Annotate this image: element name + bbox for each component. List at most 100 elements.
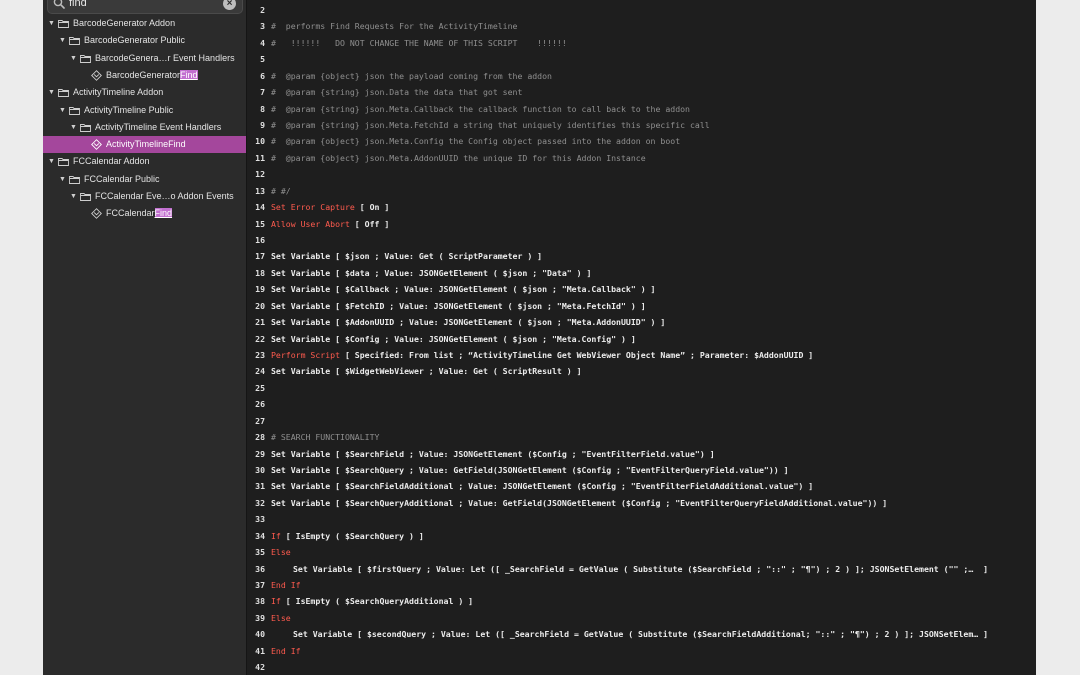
line-number: 39 <box>255 612 265 623</box>
step-text: Set Variable [ $firstQuery ; Value: Let … <box>293 563 989 574</box>
script-step-line[interactable]: 39 Else <box>247 610 1036 626</box>
script-step-line[interactable]: 18 Set Variable [ $data ; Value: JSONGetE… <box>247 265 1036 281</box>
script-step-text: End If <box>271 643 301 659</box>
script-step-line[interactable]: 24 Set Variable [ $WidgetWebViewer ; Valu… <box>247 363 1036 379</box>
comment-text: # @param {string} json.Meta.FetchId a st… <box>271 120 710 130</box>
folder-item[interactable]: ▼ FCCalendar Addon <box>43 153 246 170</box>
folder-icon <box>80 123 91 132</box>
comment-text: # @param {object} json the payload comin… <box>271 70 552 81</box>
step-text: [ Specified: From list ; “ActivityTimeli… <box>340 350 814 361</box>
script-step-line[interactable]: 19 Set Variable [ $Callback ; Value: JSON… <box>247 281 1036 297</box>
line-number: 4 <box>260 37 265 48</box>
script-step-line[interactable]: 17 Set Variable [ $json ; Value: Get ( Sc… <box>247 248 1036 264</box>
disclosure-triangle-icon[interactable]: ▼ <box>59 32 66 49</box>
tree-item-label: FCCalendar Addon <box>73 156 150 167</box>
step-text: [ On ] <box>354 202 390 213</box>
script-step-line[interactable]: 42 <box>247 659 1036 675</box>
script-step-line[interactable]: 22 Set Variable [ $Config ; Value: JSONGe… <box>247 331 1036 347</box>
search-input[interactable] <box>69 0 209 11</box>
control-step-keyword: Set Error Capture <box>271 202 355 213</box>
disclosure-triangle-icon[interactable]: ▼ <box>59 102 66 119</box>
folder-item[interactable]: ▼ ActivityTimeline Addon <box>43 84 246 101</box>
script-step-line[interactable]: 23 Perform Script [ Specified: From list … <box>247 347 1036 363</box>
script-step-line[interactable]: 20 Set Variable [ $FetchID ; Value: JSONG… <box>247 298 1036 314</box>
script-step-line[interactable]: 30 Set Variable [ $SearchQuery ; Value: G… <box>247 462 1036 478</box>
disclosure-triangle-icon[interactable]: ▼ <box>70 50 77 67</box>
folder-item[interactable]: ▼ BarcodeGenerator Public <box>43 32 246 49</box>
script-step-line[interactable]: 29 Set Variable [ $SearchField ; Value: J… <box>247 446 1036 462</box>
folder-item[interactable]: ▼ FCCalendar Public <box>43 171 246 188</box>
script-step-line[interactable]: 27 <box>247 413 1036 429</box>
script-step-text: Else <box>271 544 291 560</box>
folder-icon <box>58 89 69 98</box>
script-step-line[interactable]: 37 End If <box>247 577 1036 593</box>
script-step-line[interactable]: 6 # @param {object} json the payload comi… <box>247 68 1036 84</box>
script-workspace-window: × ▼ BarcodeGenerator Addon ▼ BarcodeGenerat… <box>43 0 1036 675</box>
script-step-line[interactable]: 38 If [ IsEmpty ( $SearchQueryAdditional … <box>247 593 1036 609</box>
script-step-line[interactable]: 25 <box>247 380 1036 396</box>
script-search-box[interactable]: × <box>47 0 243 14</box>
script-step-line[interactable]: 14 Set Error Capture [ On ] <box>247 199 1036 215</box>
step-text: Set Variable [ $WidgetWebViewer ; Value:… <box>271 366 582 377</box>
script-step-text: If [ IsEmpty ( $SearchQueryAdditional ) … <box>271 593 473 609</box>
script-step-line[interactable]: 5 <box>247 51 1036 67</box>
line-number: 25 <box>255 382 265 393</box>
script-step-line[interactable]: 35 Else <box>247 544 1036 560</box>
disclosure-triangle-icon[interactable]: ▼ <box>48 15 55 32</box>
script-step-line[interactable]: 21 Set Variable [ $AddonUUID ; Value: JSO… <box>247 314 1036 330</box>
script-step-line[interactable]: 34 If [ IsEmpty ( $SearchQuery ) ] <box>247 528 1036 544</box>
script-step-line[interactable]: 15 Allow User Abort [ Off ] <box>247 216 1036 232</box>
control-step-keyword: Else <box>271 612 291 623</box>
script-step-line[interactable]: 31 Set Variable [ $SearchFieldAdditional … <box>247 478 1036 494</box>
script-step-line[interactable]: 12 <box>247 166 1036 182</box>
script-step-line[interactable]: 8 # @param {string} json.Meta.Callback th… <box>247 101 1036 117</box>
step-text: Set Variable [ $SearchFieldAdditional ; … <box>271 481 814 492</box>
step-text: [ IsEmpty ( $SearchQuery ) ] <box>280 530 424 541</box>
disclosure-triangle-icon[interactable]: ▼ <box>59 171 66 188</box>
script-step-line[interactable]: 36 Set Variable [ $firstQuery ; Value: Le… <box>247 561 1036 577</box>
disclosure-triangle-icon[interactable]: ▼ <box>48 153 55 170</box>
line-number: 13 <box>255 185 265 196</box>
script-icon <box>91 139 102 151</box>
script-step-text: # @param {string} json.Meta.Callback the… <box>271 101 690 117</box>
tree-item-label: FCCalendar Public <box>84 173 160 184</box>
control-step-keyword: Else <box>271 547 291 558</box>
script-step-line[interactable]: 33 <box>247 511 1036 527</box>
script-step-line[interactable]: 10 # @param {object} json.Meta.Config the… <box>247 133 1036 149</box>
script-step-line[interactable]: 9 # @param {string} json.Meta.FetchId a s… <box>247 117 1036 133</box>
script-step-line[interactable]: 32 Set Variable [ $SearchQueryAdditional … <box>247 495 1036 511</box>
script-item[interactable]: FCCalendarFind <box>43 205 246 222</box>
script-item[interactable]: BarcodeGeneratorFind <box>43 67 246 84</box>
control-step-keyword: Allow User Abort <box>271 218 350 229</box>
script-step-line[interactable]: 11 # @param {object} json.Meta.AddonUUID … <box>247 150 1036 166</box>
folder-item[interactable]: ▼ ActivityTimeline Public <box>43 102 246 119</box>
step-text: Set Variable [ $SearchField ; Value: JSO… <box>271 448 715 459</box>
disclosure-triangle-icon[interactable]: ▼ <box>70 188 77 205</box>
script-step-line[interactable]: 13 # #/ <box>247 183 1036 199</box>
script-step-line[interactable]: 16 <box>247 232 1036 248</box>
line-number: 24 <box>255 366 265 377</box>
script-step-line[interactable]: 28 # SEARCH FUNCTIONALITY <box>247 429 1036 445</box>
line-number: 17 <box>255 251 265 262</box>
line-number: 11 <box>255 152 265 163</box>
script-step-line[interactable]: 26 <box>247 396 1036 412</box>
folder-item[interactable]: ▼ BarcodeGenerator Addon <box>43 15 246 32</box>
line-number: 8 <box>260 103 265 114</box>
folder-item[interactable]: ▼ ActivityTimeline Event Handlers <box>43 119 246 136</box>
line-number: 16 <box>255 235 265 246</box>
disclosure-triangle-icon[interactable]: ▼ <box>70 119 77 136</box>
comment-text: # #/ <box>271 185 291 196</box>
folder-item[interactable]: ▼ FCCalendar Eve…o Addon Events <box>43 188 246 205</box>
clear-search-icon[interactable]: × <box>223 0 236 10</box>
script-step-line[interactable]: 40 Set Variable [ $secondQuery ; Value: L… <box>247 626 1036 642</box>
script-step-line[interactable]: 7 # @param {string} json.Data the data th… <box>247 84 1036 100</box>
script-step-line[interactable]: 4 # !!!!!! DO NOT CHANGE THE NAME OF THIS… <box>247 35 1036 51</box>
comment-text: # @param {object} json.Meta.AddonUUID th… <box>271 152 646 163</box>
script-item[interactable]: ActivityTimelineFind <box>43 136 246 154</box>
script-step-line[interactable]: 3 # performs Find Requests For the Activi… <box>247 18 1036 34</box>
folder-item[interactable]: ▼ BarcodeGenera…r Event Handlers <box>43 50 246 67</box>
script-step-line[interactable]: 41 End If <box>247 643 1036 659</box>
script-editor[interactable]: 2 3 # performs Find Requests For the Activ… <box>247 0 1036 675</box>
disclosure-triangle-icon[interactable]: ▼ <box>48 84 55 101</box>
script-step-line[interactable]: 2 <box>247 2 1036 18</box>
